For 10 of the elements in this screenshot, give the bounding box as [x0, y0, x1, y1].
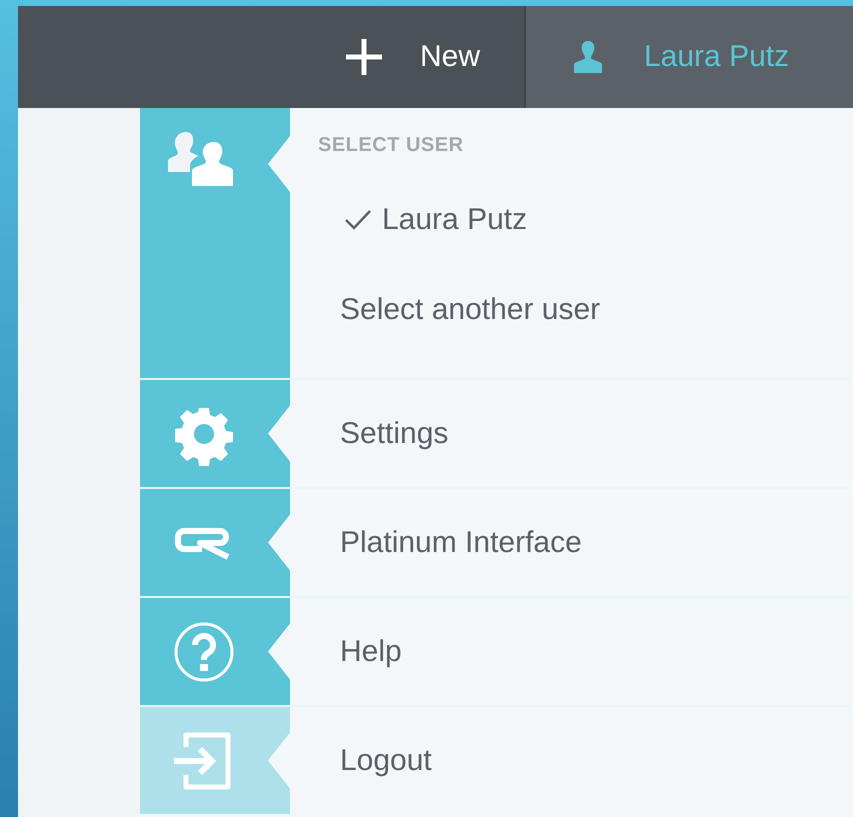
user-option[interactable]: Select another user	[318, 293, 853, 327]
user-button[interactable]: Laura Putz	[526, 6, 853, 108]
menu-item[interactable]: Settings	[340, 416, 448, 450]
user-option[interactable]: Laura Putz	[318, 203, 853, 237]
menu-item[interactable]: Help	[340, 634, 402, 668]
help-icon	[172, 620, 236, 684]
plus-icon	[344, 37, 384, 77]
menu-item[interactable]: Platinum Interface	[340, 526, 582, 560]
menu-item[interactable]: Logout	[340, 744, 432, 778]
section-heading: SELECT USER	[318, 134, 465, 157]
